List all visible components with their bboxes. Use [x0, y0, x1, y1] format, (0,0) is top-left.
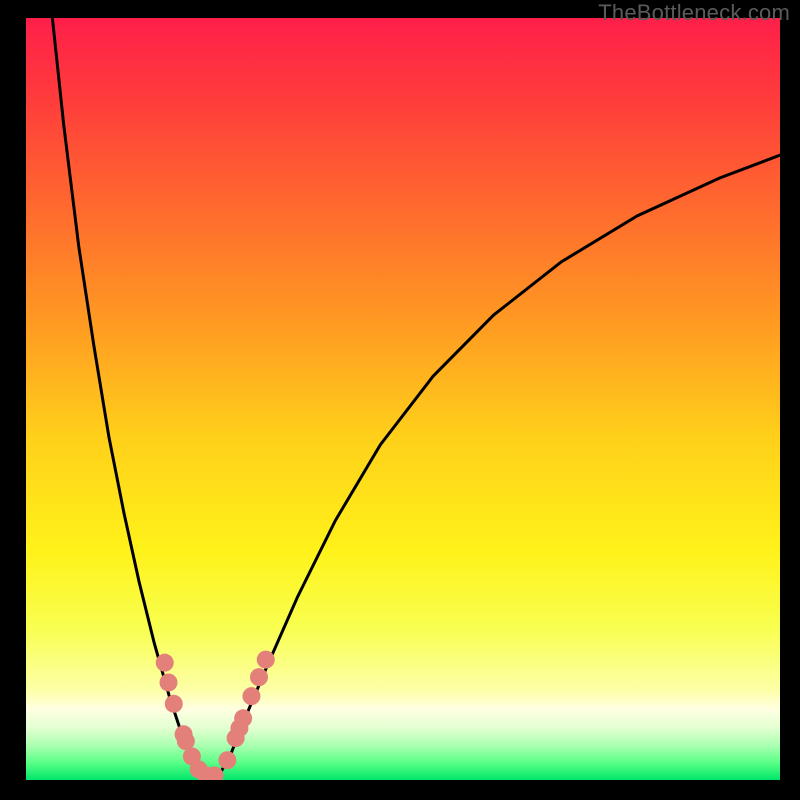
left-curve [52, 18, 203, 776]
data-marker [160, 673, 178, 691]
data-marker [250, 668, 268, 686]
data-marker [156, 654, 174, 672]
watermark-text: TheBottleneck.com [598, 0, 790, 26]
data-marker [234, 709, 252, 727]
curve-layer [26, 18, 780, 780]
data-marker [257, 651, 275, 669]
data-marker [242, 687, 260, 705]
plot-area [26, 18, 780, 780]
marker-group [156, 651, 275, 780]
chart-container: TheBottleneck.com [0, 0, 800, 800]
data-marker [165, 695, 183, 713]
data-marker [218, 751, 236, 769]
right-curve [218, 155, 780, 776]
